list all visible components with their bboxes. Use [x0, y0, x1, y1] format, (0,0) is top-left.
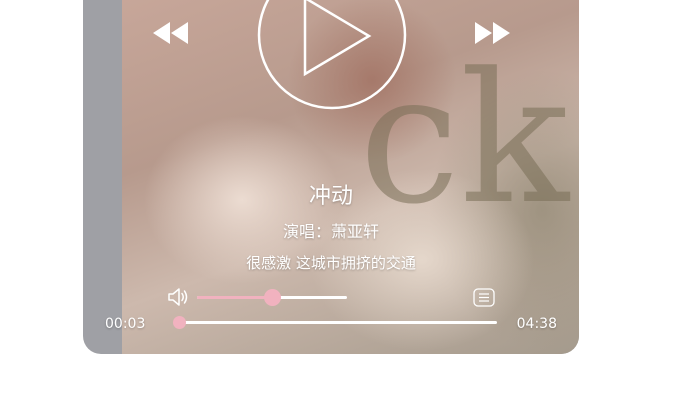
- next-button[interactable]: [472, 18, 514, 48]
- fast-forward-icon: [475, 22, 510, 44]
- play-icon: [257, 0, 407, 110]
- progress-bar[interactable]: [172, 316, 497, 329]
- current-time: 00:03: [105, 316, 146, 332]
- volume-slider-handle[interactable]: [264, 289, 281, 306]
- playlist-button[interactable]: [473, 288, 495, 307]
- song-title: 冲动: [308, 184, 353, 209]
- volume-fill: [197, 296, 272, 299]
- current-lyric: 很感激 这城市拥挤的交通: [246, 254, 416, 272]
- play-button[interactable]: [257, 0, 407, 110]
- playlist-icon: [473, 288, 495, 307]
- volume-slider[interactable]: [197, 289, 347, 306]
- volume-button[interactable]: [167, 286, 191, 308]
- progress-handle[interactable]: [172, 316, 186, 329]
- music-player: ck 冲动 演唱：萧亚轩 很感激 这城市拥挤的交通 00:03 04:38: [83, 0, 579, 354]
- previous-button[interactable]: [150, 18, 192, 48]
- total-time: 04:38: [516, 316, 557, 332]
- singer-name: 演唱：萧亚轩: [282, 222, 379, 241]
- speaker-icon: [168, 288, 188, 306]
- rewind-icon: [153, 22, 188, 44]
